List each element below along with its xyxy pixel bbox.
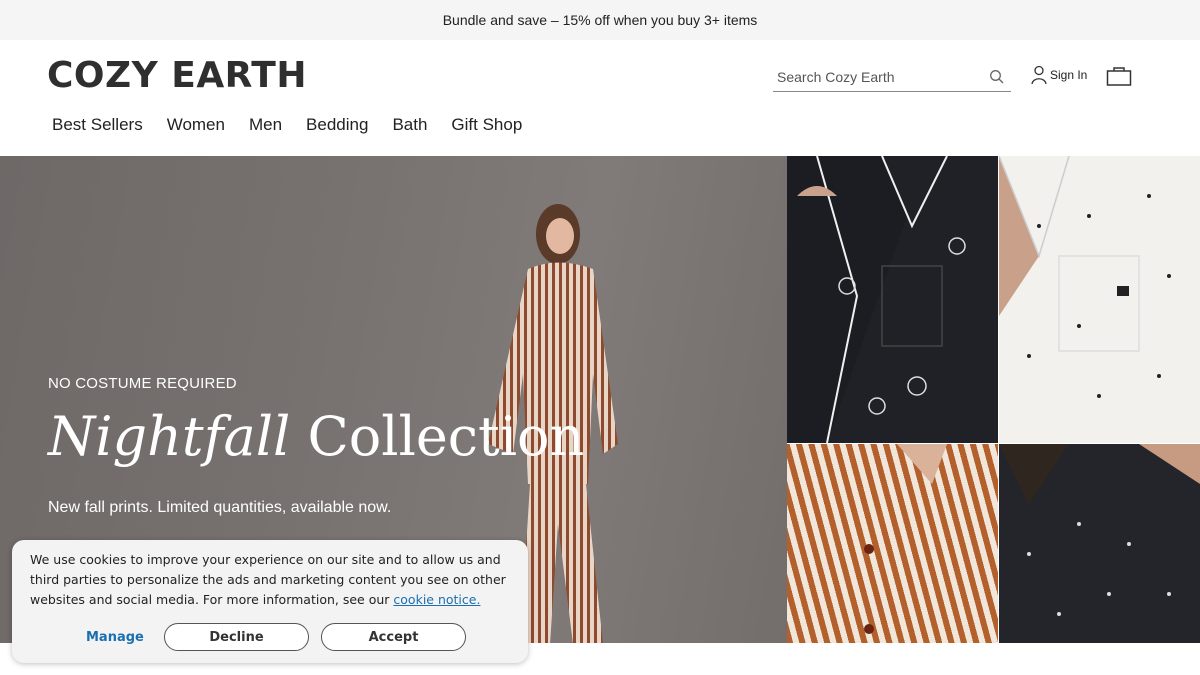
- main-nav: Best Sellers Women Men Bedding Bath Gift…: [52, 114, 522, 136]
- nav-item-men[interactable]: Men: [249, 114, 282, 136]
- nav-item-bath[interactable]: Bath: [392, 114, 427, 136]
- product-image-grid: [787, 156, 1200, 643]
- manage-cookies-link[interactable]: Manage: [86, 630, 152, 645]
- nav-item-bedding[interactable]: Bedding: [306, 114, 368, 136]
- shopping-bag-icon[interactable]: [1106, 65, 1132, 87]
- announcement-text: Bundle and save – 15% off when you buy 3…: [442, 12, 758, 28]
- search-icon[interactable]: [989, 69, 1005, 85]
- striped-pajama-image[interactable]: [787, 444, 998, 643]
- site-header: COZY EARTH Sign In Best Sellers Women Me…: [0, 40, 1200, 156]
- hero-eyebrow: NO COSTUME REQUIRED: [48, 375, 237, 392]
- sign-in-link[interactable]: Sign In: [1031, 65, 1087, 85]
- search-input[interactable]: [773, 69, 978, 85]
- black-halloween-pajama-image[interactable]: [787, 156, 998, 443]
- hero-title-italic: Nightfall: [48, 405, 291, 468]
- hero-title-rest: Collection: [307, 405, 585, 468]
- hero-title: Nightfall Collection: [48, 404, 584, 470]
- announcement-bar: Bundle and save – 15% off when you buy 3…: [0, 0, 1200, 40]
- search-bar: [773, 63, 1011, 92]
- cookie-message: We use cookies to improve your experienc…: [30, 550, 510, 610]
- cookie-banner: We use cookies to improve your experienc…: [12, 540, 528, 663]
- navy-star-shirt-image[interactable]: [999, 444, 1200, 643]
- accept-button[interactable]: Accept: [321, 623, 466, 651]
- hero-subtitle: New fall prints. Limited quantities, ava…: [48, 499, 392, 516]
- white-star-pajama-image[interactable]: [999, 156, 1200, 443]
- sign-in-label: Sign In: [1050, 68, 1088, 82]
- nav-item-women[interactable]: Women: [167, 114, 225, 136]
- nav-item-best-sellers[interactable]: Best Sellers: [52, 114, 143, 136]
- user-icon: [1031, 65, 1047, 85]
- nav-item-gift-shop[interactable]: Gift Shop: [451, 114, 522, 136]
- logo[interactable]: COZY EARTH: [47, 58, 307, 94]
- cookie-notice-link[interactable]: cookie notice.: [393, 592, 480, 607]
- cookie-actions: Manage Decline Accept: [86, 623, 466, 651]
- decline-button[interactable]: Decline: [164, 623, 309, 651]
